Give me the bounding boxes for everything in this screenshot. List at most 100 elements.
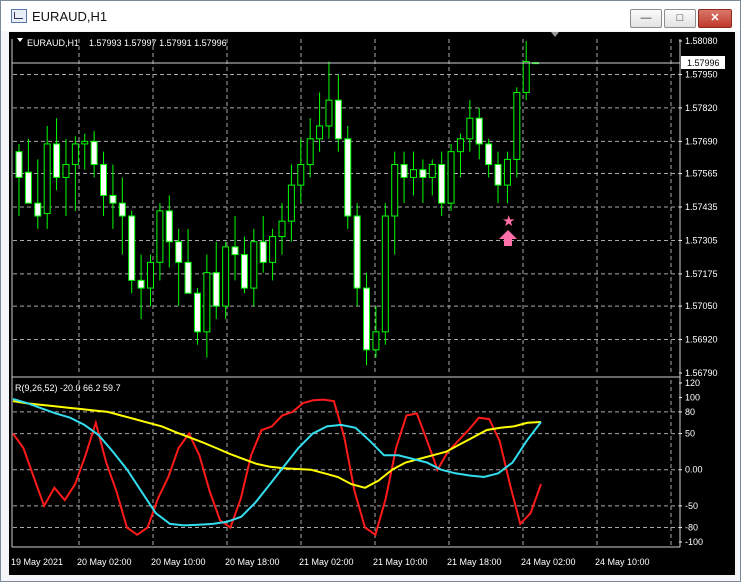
indicator-label: 50 [685, 429, 695, 439]
candle-body [278, 220, 286, 238]
indicator-label: -100 [685, 537, 703, 547]
chart-window: EURAUD,H1 — □ ✕ 1.58080 1.57950 1.57820 1.5… [0, 0, 741, 582]
time-label: 20 May 18:00 [225, 557, 280, 567]
candle-body [269, 236, 277, 263]
time-label: 20 May 10:00 [151, 557, 206, 567]
candle-body [297, 164, 305, 186]
indicator-label: 100 [685, 392, 700, 402]
indicator-line-2 [12, 397, 542, 527]
close-icon: ✕ [710, 12, 720, 24]
candle-body [109, 194, 117, 204]
time-label: 19 May 2021 [11, 557, 63, 567]
candle-body [306, 138, 314, 166]
candle-body [53, 143, 61, 178]
candle-body [513, 91, 521, 160]
markers: ★ [499, 212, 517, 246]
indicator-axis: 120 100 80 50 0.00 -50 -80 -100 [679, 378, 703, 547]
candle-body [24, 171, 32, 204]
price-label: 1.56790 [685, 368, 718, 378]
candle-body [250, 241, 258, 289]
price-label: 1.57820 [685, 103, 718, 113]
price-axis[interactable]: 1.58080 1.57950 1.57820 1.57690 1.57565 1.574… [679, 36, 718, 378]
candle-body [231, 246, 239, 256]
candle-body [156, 210, 164, 263]
candle-body [344, 138, 352, 217]
price-label: 1.57565 [685, 169, 718, 179]
candle-body [212, 272, 220, 307]
candle-body [428, 164, 436, 178]
indicator-label: 120 [685, 378, 700, 388]
price-label: 1.57435 [685, 202, 718, 212]
grid [13, 39, 679, 545]
current-price-label: 1.57996 [687, 58, 720, 68]
candle-body [456, 138, 464, 153]
chart-canvas[interactable]: 1.58080 1.57950 1.57820 1.57690 1.57565 1.574… [9, 32, 735, 575]
chart-ohlc: 1.57993 1.57997 1.57991 1.57996 [89, 38, 227, 48]
candle-body [240, 254, 248, 289]
price-label: 1.57305 [685, 235, 718, 245]
time-label: 24 May 10:00 [595, 557, 650, 567]
chart-shift-icon[interactable] [551, 32, 559, 37]
price-label: 1.57175 [685, 269, 718, 279]
candle-body [325, 99, 333, 127]
candle-body [222, 246, 230, 307]
title-bar[interactable]: EURAUD,H1 — □ ✕ [1, 1, 740, 31]
candle-body [381, 215, 389, 333]
time-axis[interactable]: 19 May 2021 20 May 02:00 20 May 10:00 20 Ma… [11, 557, 650, 567]
candle-body [466, 117, 474, 140]
candle-body [391, 164, 399, 217]
candle-body [100, 164, 108, 196]
candle-body [118, 202, 126, 217]
time-label: 21 May 10:00 [373, 557, 428, 567]
candle-body [175, 241, 183, 263]
maximize-icon: □ [676, 12, 684, 24]
price-label: 1.56920 [685, 335, 718, 345]
candle-body [287, 184, 295, 222]
candle-body [184, 261, 192, 294]
window-title: EURAUD,H1 [32, 9, 108, 24]
chart-area[interactable]: 1.58080 1.57950 1.57820 1.57690 1.57565 1.574… [9, 32, 735, 575]
candle-body [165, 210, 173, 243]
candle-body [34, 202, 42, 217]
indicator-lines [12, 397, 542, 537]
maximize-button[interactable]: □ [664, 9, 696, 28]
candle-body [503, 158, 511, 186]
indicator-label: 0.00 [685, 465, 703, 475]
candle-body [71, 143, 79, 166]
candle-body [128, 215, 136, 281]
chart-symbol: EURAUD,H1 [27, 38, 79, 48]
indicator-header: R(9,26,52) -20.0 66.2 59.7 [15, 383, 121, 393]
candle-body [193, 292, 201, 333]
candle-body [372, 331, 380, 351]
candle-body [353, 215, 361, 289]
candle-body [43, 143, 51, 214]
candle-body [400, 164, 408, 178]
candle-body [522, 61, 530, 93]
candle-body [447, 151, 455, 204]
chart-window-icon [11, 9, 27, 23]
minimize-icon: — [640, 12, 652, 24]
time-label: 21 May 18:00 [447, 557, 502, 567]
candle-body [494, 164, 502, 186]
price-label: 1.58080 [685, 36, 718, 46]
price-label: 1.57050 [685, 301, 718, 311]
star-icon: ★ [502, 212, 515, 230]
candle-body [419, 169, 427, 178]
candle-body [410, 169, 417, 178]
up-arrow-icon [499, 230, 517, 246]
candle-body [438, 164, 446, 204]
time-label: 21 May 02:00 [299, 557, 354, 567]
candle-body [62, 164, 70, 178]
time-label: 24 May 02:00 [521, 557, 576, 567]
candle-body [203, 272, 211, 333]
candle-body [316, 125, 324, 140]
close-button[interactable]: ✕ [698, 9, 732, 28]
candles [15, 41, 540, 366]
candle-body [90, 140, 98, 166]
price-label: 1.57690 [685, 136, 718, 146]
candle-body [147, 261, 154, 289]
symbol-dropdown-icon[interactable] [17, 38, 23, 42]
minimize-button[interactable]: — [630, 9, 662, 28]
price-label: 1.57950 [685, 69, 718, 79]
candle-body [81, 140, 89, 145]
